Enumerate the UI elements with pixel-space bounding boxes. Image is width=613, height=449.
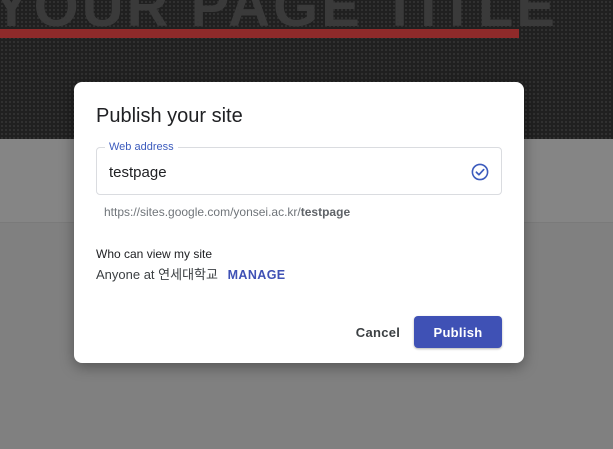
site-url-path: testpage <box>300 205 351 219</box>
dialog-title: Publish your site <box>96 105 243 127</box>
visibility-heading: Who can view my site <box>96 247 213 261</box>
publish-dialog: Publish your site Web address https://si… <box>74 82 524 363</box>
publish-button[interactable]: Publish <box>414 316 502 348</box>
site-url-prefix: https://sites.google.com/yonsei.ac.kr/ <box>104 205 301 219</box>
web-address-label: Web address <box>105 140 178 154</box>
cancel-button[interactable]: Cancel <box>346 316 410 348</box>
visibility-audience: Anyone at 연세대학교 <box>96 267 218 282</box>
site-url-preview: https://sites.google.com/yonsei.ac.kr/te… <box>104 205 350 219</box>
manage-link[interactable]: MANAGE <box>228 268 286 282</box>
visibility-row: Anyone at 연세대학교 MANAGE <box>96 267 286 283</box>
title-underline-bar <box>0 29 519 38</box>
check-circle-icon <box>471 163 489 181</box>
web-address-input[interactable] <box>109 161 449 183</box>
web-address-field[interactable]: Web address <box>96 140 502 195</box>
